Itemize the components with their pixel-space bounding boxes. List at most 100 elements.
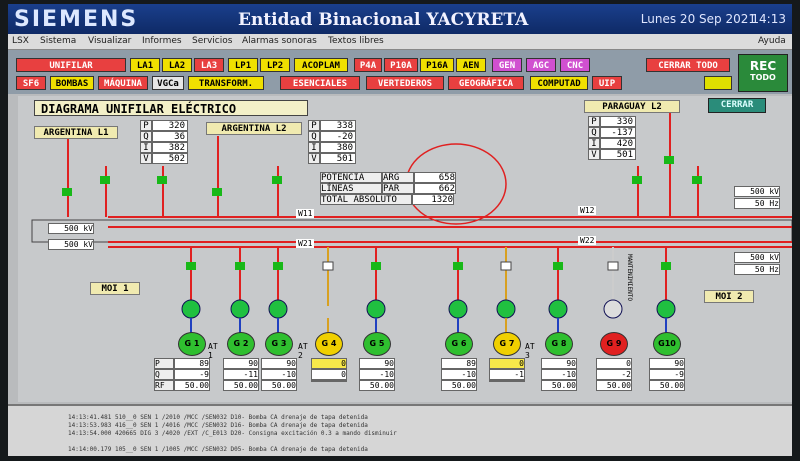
generator-4-button[interactable]: G 4 bbox=[315, 332, 343, 356]
generator-10-rf: 50.00 bbox=[649, 380, 685, 391]
argentina-l2-label: ARGENTINA L2 bbox=[206, 122, 302, 135]
generator-10-q: -9 bbox=[649, 369, 685, 380]
at1-label: AT 1 bbox=[208, 342, 218, 360]
btn-agc[interactable]: AGC bbox=[526, 58, 556, 72]
btn-aen[interactable]: AEN bbox=[456, 58, 486, 72]
menu-bar: LSX Sistema Visualizar Informes Servicio… bbox=[8, 34, 792, 50]
at3-label: AT 3 bbox=[525, 342, 535, 360]
moi-2-label: MOI 2 bbox=[704, 290, 754, 303]
menu-item-servicios[interactable]: Servicios bbox=[192, 36, 232, 46]
generator-5-button[interactable]: G 5 bbox=[363, 332, 391, 356]
gen-key-rf: RF bbox=[154, 380, 174, 391]
bus-w22-label: W22 bbox=[578, 236, 597, 245]
generator-6-p: 89 bbox=[441, 358, 477, 369]
generator-4-q: 0 bbox=[311, 369, 347, 380]
generator-9-button[interactable]: G 9 bbox=[600, 332, 628, 356]
pl2-p: 330 bbox=[600, 116, 636, 127]
btn-cnc[interactable]: CNC bbox=[560, 58, 590, 72]
btn-p16a[interactable]: P16A bbox=[420, 58, 454, 72]
generator-8-rf: 50.00 bbox=[541, 380, 577, 391]
argentina-l2-meas: P 338 Q -20 I 380 V 501 bbox=[308, 120, 356, 164]
generator-2-button[interactable]: G 2 bbox=[227, 332, 255, 356]
generator-8-button[interactable]: G 8 bbox=[545, 332, 573, 356]
argentina-l1-label: ARGENTINA L1 bbox=[34, 126, 118, 139]
bus-w11-label: W11 bbox=[296, 209, 315, 218]
generator-5-p: 90 bbox=[359, 358, 395, 369]
paraguay-l2-meas: P 330 Q -137 I 420 V 501 bbox=[588, 116, 636, 160]
btn-lp2[interactable]: LP2 bbox=[260, 58, 290, 72]
rec-sub-label: TODO bbox=[750, 73, 776, 82]
btn-maquina[interactable]: MÁQUINA bbox=[98, 76, 148, 90]
btn-sf6[interactable]: SF6 bbox=[16, 76, 46, 90]
generator-3-rf: 50.00 bbox=[261, 380, 297, 391]
btn-lp1[interactable]: LP1 bbox=[228, 58, 258, 72]
al2-p: 338 bbox=[320, 120, 356, 131]
title-bar: SIEMENS Entidad Binacional YACYRETA Lune… bbox=[8, 4, 792, 34]
btn-p4a[interactable]: P4A bbox=[354, 58, 382, 72]
btn-cerrar-todo[interactable]: CERRAR TODO bbox=[646, 58, 730, 72]
pl2-i: 420 bbox=[600, 138, 636, 149]
btn-unifilar[interactable]: UNIFILAR bbox=[16, 58, 126, 72]
al1-i: 382 bbox=[152, 142, 188, 153]
total-label: TOTAL ABSOLUTO bbox=[320, 194, 412, 205]
generator-3-p: 90 bbox=[261, 358, 297, 369]
moi-1-label: MOI 1 bbox=[90, 282, 140, 295]
power-table: POTENCIA ARG 658 LÍNEAS PAR 662 TOTAL AB… bbox=[320, 172, 460, 205]
bus-w12-label: W12 bbox=[578, 206, 597, 215]
par-key: PAR bbox=[382, 183, 414, 194]
paraguay-l2-label: PARAGUAY L2 bbox=[584, 100, 680, 113]
generator-1-p: 89 bbox=[174, 358, 210, 369]
log-line-2: 14:13:53.983 416__0 SEN 1 /4016 /MCC /SE… bbox=[68, 422, 368, 429]
btn-la3[interactable]: LA3 bbox=[194, 58, 224, 72]
rec-button[interactable]: REC TODO bbox=[738, 54, 788, 92]
generator-6-q: -10 bbox=[441, 369, 477, 380]
btn-transform[interactable]: TRANSFORM. bbox=[188, 76, 264, 90]
generator-2-rf: 50.00 bbox=[223, 380, 259, 391]
btn-acoplam[interactable]: ACOPLAM bbox=[294, 58, 348, 72]
generator-7-button[interactable]: G 7 bbox=[493, 332, 521, 356]
btn-bombas[interactable]: BOMBAS bbox=[50, 76, 94, 90]
generator-4-p: 0 bbox=[311, 358, 347, 369]
btn-geografica[interactable]: GEOGRÁFICA bbox=[448, 76, 524, 90]
pl2-q: -137 bbox=[600, 127, 636, 138]
btn-blank[interactable] bbox=[704, 76, 732, 90]
generator-10-button[interactable]: G10 bbox=[653, 332, 681, 356]
generator-2-q: -11 bbox=[223, 369, 259, 380]
siemens-logo: SIEMENS bbox=[14, 7, 139, 32]
menu-item-informes[interactable]: Informes bbox=[142, 36, 182, 46]
par-value: 662 bbox=[414, 183, 456, 194]
log-line-3: 14:13:54.000 420665 DIG 3 /4020 /EXT /C_… bbox=[68, 430, 397, 437]
log-line-1: 14:13:41.481 510__0 SEN 1 /2010 /MCC /SE… bbox=[68, 414, 368, 421]
generator-1-button[interactable]: G 1 bbox=[178, 332, 206, 356]
menu-item-lsx[interactable]: LSX bbox=[12, 36, 29, 46]
generator-3-button[interactable]: G 3 bbox=[265, 332, 293, 356]
rec-label: REC bbox=[749, 59, 777, 73]
btn-vgca[interactable]: VGCa bbox=[152, 76, 184, 90]
generator-1-rf: 50.00 bbox=[174, 380, 210, 391]
generator-8-p: 90 bbox=[541, 358, 577, 369]
menu-item-ayuda[interactable]: Ayuda bbox=[758, 36, 786, 46]
menu-item-textos[interactable]: Textos libres bbox=[328, 36, 384, 46]
btn-p10a[interactable]: P10A bbox=[384, 58, 418, 72]
btn-la1[interactable]: LA1 bbox=[130, 58, 160, 72]
btn-uip[interactable]: UIP bbox=[592, 76, 622, 90]
menu-item-sistema[interactable]: Sistema bbox=[40, 36, 76, 46]
generator-9-p: 0 bbox=[596, 358, 632, 369]
menu-item-visualizar[interactable]: Visualizar bbox=[88, 36, 131, 46]
generator-3-q: -10 bbox=[261, 369, 297, 380]
gen-key-q: Q bbox=[154, 369, 174, 380]
btn-gen[interactable]: GEN bbox=[492, 58, 522, 72]
btn-vertederos[interactable]: VERTEDEROS bbox=[366, 76, 444, 90]
scada-screen: SIEMENS Entidad Binacional YACYRETA Lune… bbox=[8, 4, 792, 456]
btn-computad[interactable]: COMPUTAD bbox=[530, 76, 588, 90]
bus-right-freq-2: 50 Hz bbox=[734, 264, 780, 275]
bus-right-voltage-2: 500 kV bbox=[734, 252, 780, 263]
generator-5-rf: 50.00 bbox=[359, 380, 395, 391]
btn-la2[interactable]: LA2 bbox=[162, 58, 192, 72]
single-line-diagram bbox=[31, 110, 792, 334]
generator-6-button[interactable]: G 6 bbox=[445, 332, 473, 356]
menu-item-alarmas[interactable]: Alarmas sonoras bbox=[242, 36, 317, 46]
generator-6-rf: 50.00 bbox=[441, 380, 477, 391]
al1-v: 502 bbox=[152, 153, 188, 164]
btn-esenciales[interactable]: ESENCIALES bbox=[280, 76, 360, 90]
